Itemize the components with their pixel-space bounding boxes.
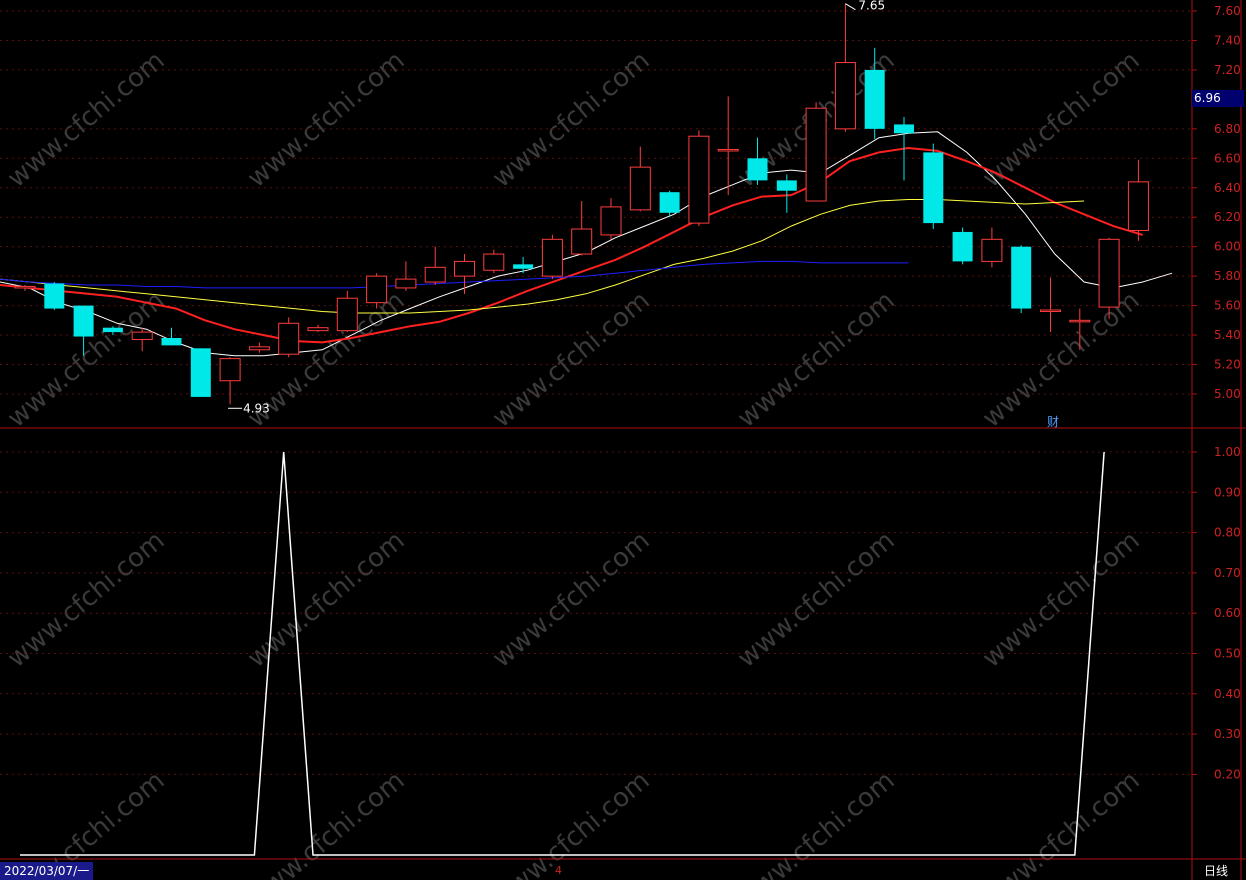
candle-body (336, 297, 358, 332)
axis-separator-mark: 4 (555, 864, 562, 877)
candle-body (717, 148, 739, 152)
watermark-text: www.cfchi.com (2, 46, 171, 194)
watermark-text: www.cfchi.com (977, 286, 1146, 434)
candle-body (952, 231, 973, 262)
price-tick-label: 6.40 (1214, 181, 1241, 195)
watermark-text: www.cfchi.com (977, 46, 1146, 194)
indicator-tick-label: 0.60 (1214, 606, 1241, 620)
candle-body (44, 283, 65, 309)
candle-body (190, 348, 211, 397)
price-tick-label: 5.40 (1214, 328, 1241, 342)
indicator-tick-label: 0.70 (1214, 566, 1241, 580)
period-label[interactable]: 日线 (1204, 862, 1228, 880)
candle-body (864, 69, 885, 129)
candle-body (395, 278, 417, 289)
indicator-axis: 1.00 0.90 0.80 0.70 0.60 0.50 0.40 0.30 0.20 (1192, 445, 1241, 781)
watermark-text: www.cfchi.com (2, 526, 171, 674)
indicator-tick-label: 0.20 (1214, 767, 1241, 781)
indicator-tick-label: 0.80 (1214, 526, 1241, 540)
candle-body (131, 331, 153, 340)
price-tick-label: 5.80 (1214, 269, 1241, 283)
candle-body (424, 266, 446, 283)
price-tick-label: 5.20 (1214, 358, 1241, 372)
price-tick-label: 6.60 (1214, 151, 1241, 165)
finance-marker[interactable]: 财 (1047, 413, 1059, 430)
candle-body (541, 238, 563, 277)
date-readout: 2022/03/07/一 (0, 862, 94, 880)
indicator-tick-label: 1.00 (1214, 445, 1241, 459)
candle-body (805, 107, 827, 202)
candle-body (659, 192, 680, 213)
candle-body (14, 285, 36, 289)
candle-body (1069, 319, 1091, 323)
candle-body (73, 305, 94, 337)
price-tick-label: 7.20 (1214, 63, 1241, 77)
high-pointer (845, 3, 856, 11)
candle-body (161, 338, 182, 346)
stock-chart[interactable]: www.cfchi.com www.cfchi.com www.cfchi.com w… (0, 0, 1246, 880)
low-annotation: 4.93 (243, 401, 270, 415)
price-tick-label: 5.60 (1214, 299, 1241, 313)
watermark-text: www.cfchi.com (732, 766, 901, 880)
price-tick-label: 5.00 (1214, 387, 1241, 401)
indicator-tick-label: 0.30 (1214, 727, 1241, 741)
candle-body (1098, 238, 1120, 308)
watermark-text: www.cfchi.com (242, 766, 411, 880)
candle-body (483, 253, 505, 271)
candle-body (981, 238, 1003, 262)
candle-body (1040, 309, 1061, 313)
candle-body (1127, 181, 1149, 231)
indicator-tick-label: 0.50 (1214, 647, 1241, 661)
candle-body (923, 152, 944, 224)
candle-body (894, 124, 914, 134)
watermark-text: www.cfchi.com (977, 766, 1146, 880)
indicator-tick-label: 0.90 (1214, 485, 1241, 499)
candle-body (248, 346, 270, 351)
watermark-layer: www.cfchi.com www.cfchi.com www.cfchi.com w… (2, 46, 1146, 880)
candle-body (629, 166, 651, 211)
price-axis: 7.60 7.40 7.20 6.80 6.60 6.40 6.20 6.00 5.80 5.60… (1192, 4, 1241, 401)
current-price-tag: 6.96 (1192, 90, 1244, 107)
price-tick-label: 6.00 (1214, 240, 1241, 254)
price-tick-label: 7.40 (1214, 33, 1241, 47)
price-tick-label: 6.80 (1214, 122, 1241, 136)
watermark-text: www.cfchi.com (487, 526, 656, 674)
candle-body (454, 260, 475, 277)
watermark-text: www.cfchi.com (487, 766, 656, 880)
indicator-line (20, 451, 1105, 856)
watermark-text: www.cfchi.com (732, 526, 901, 674)
price-tick-label: 7.60 (1214, 4, 1241, 18)
indicator-tick-label: 0.40 (1214, 687, 1241, 701)
candle-body (571, 228, 593, 255)
candle-body (102, 327, 123, 333)
candle-body (513, 264, 534, 269)
candle-body (366, 275, 388, 304)
candle-body (278, 322, 300, 355)
candle-body (307, 327, 329, 332)
watermark-text: www.cfchi.com (977, 526, 1146, 674)
watermark-text: www.cfchi.com (242, 526, 411, 674)
candle-body (1011, 246, 1032, 309)
high-annotation: 7.65 (858, 0, 885, 13)
indicator-series (20, 451, 1105, 856)
candle-body (776, 180, 797, 191)
candle-body (834, 62, 856, 130)
candle-body (688, 135, 710, 224)
candle-body (600, 206, 622, 236)
watermark-text: www.cfchi.com (487, 286, 656, 434)
watermark-text: www.cfchi.com (242, 46, 411, 194)
price-tick-label: 6.20 (1214, 210, 1241, 224)
candle-body (747, 158, 768, 181)
watermark-text: www.cfchi.com (732, 286, 901, 434)
candle-body (219, 358, 241, 382)
